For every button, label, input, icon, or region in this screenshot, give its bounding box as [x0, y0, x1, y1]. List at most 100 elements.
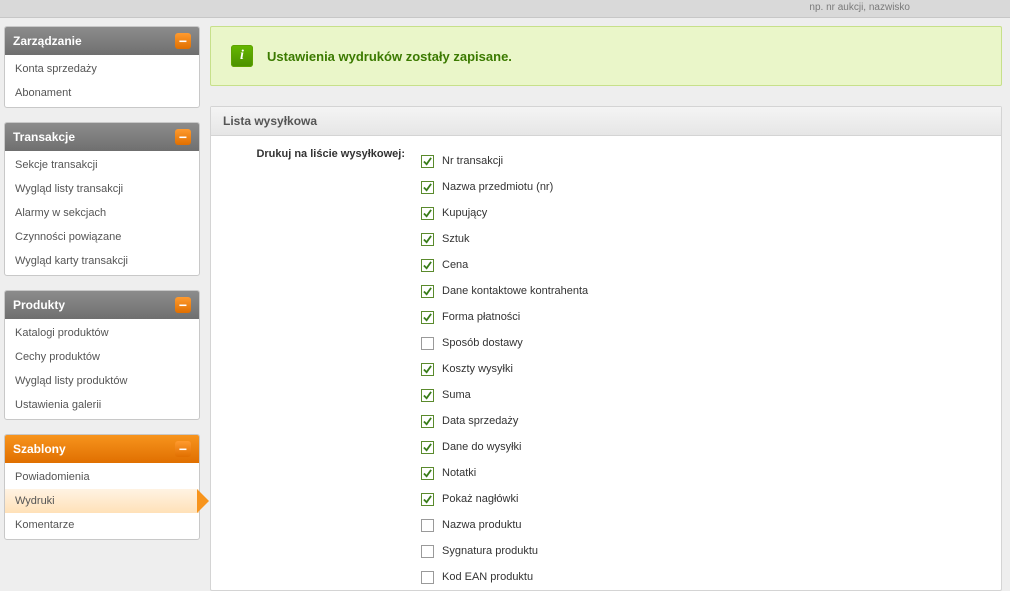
sidebar-group-title: Szablony: [13, 442, 66, 456]
sidebar-item[interactable]: Powiadomienia: [5, 465, 199, 489]
sidebar-item-label: Sekcje transakcji: [15, 159, 98, 171]
success-notice: i Ustawienia wydruków zostały zapisane.: [210, 26, 1002, 86]
option-row: Suma: [421, 382, 989, 408]
option-row: Nr transakcji: [421, 148, 989, 174]
sidebar-item-label: Konta sprzedaży: [15, 63, 97, 75]
checkbox[interactable]: [421, 545, 434, 558]
search-hint: np. nr aukcji, nazwisko: [809, 2, 910, 13]
sidebar-item[interactable]: Wydruki: [5, 489, 199, 513]
sidebar-item-label: Komentarze: [15, 519, 74, 531]
sidebar-group: Produkty− Katalogi produktów Cechy produkt…: [4, 290, 200, 420]
option-label[interactable]: Cena: [442, 259, 468, 271]
checkbox[interactable]: [421, 207, 434, 220]
sidebar-group: Szablony − Powiadomienia Wydruki Komentarze: [4, 434, 200, 540]
checkbox[interactable]: [421, 155, 434, 168]
checkbox[interactable]: [421, 337, 434, 350]
sidebar-item-label: Powiadomienia: [15, 471, 90, 483]
panel-wysylkowa: Lista wysyłkowa Drukuj na liście wysyłko…: [210, 106, 1002, 591]
main-area: i Ustawienia wydruków zostały zapisane. …: [210, 26, 1002, 591]
checkbox[interactable]: [421, 467, 434, 480]
sidebar-item-label: Abonament: [15, 87, 71, 99]
checkbox[interactable]: [421, 441, 434, 454]
option-row: Sposób dostawy: [421, 330, 989, 356]
sidebar-group-header[interactable]: Transakcje −: [5, 123, 199, 151]
option-label[interactable]: Dane do wysyłki: [442, 441, 521, 453]
option-label[interactable]: Kod EAN produktu: [442, 571, 533, 583]
collapse-icon[interactable]: −: [175, 129, 191, 145]
option-label[interactable]: Sztuk: [442, 233, 470, 245]
option-row: Kod EAN produktu: [421, 564, 989, 590]
option-row: Pokaż nagłówki: [421, 486, 989, 512]
sidebar-item[interactable]: Wygląd listy transakcji: [5, 177, 199, 201]
options-column: Nr transakcji Nazwa przedmiotu (nr) Kupują…: [421, 148, 989, 590]
collapse-icon[interactable]: −: [175, 297, 191, 313]
checkbox[interactable]: [421, 181, 434, 194]
option-label[interactable]: Nazwa produktu: [442, 519, 522, 531]
sidebar-item-label: Wygląd karty transakcji: [15, 255, 128, 267]
option-row: Notatki: [421, 460, 989, 486]
option-label[interactable]: Pokaż nagłówki: [442, 493, 518, 505]
checkbox[interactable]: [421, 285, 434, 298]
sidebar-item[interactable]: Katalogi produktów: [5, 321, 199, 345]
checkbox[interactable]: [421, 389, 434, 402]
sidebar-item-label: Wydruki: [15, 495, 55, 507]
sidebar-item[interactable]: Cechy produktów: [5, 345, 199, 369]
sidebar-group-title: Transakcje: [13, 130, 75, 144]
sidebar-item-label: Cechy produktów: [15, 351, 100, 363]
sidebar-group: Zarządzanie − Konta sprzedaży Abonament: [4, 26, 200, 108]
collapse-icon[interactable]: −: [175, 441, 191, 457]
sidebar-item[interactable]: Ustawienia galerii: [5, 393, 199, 417]
sidebar-item[interactable]: Wygląd karty transakcji: [5, 249, 199, 273]
option-label[interactable]: Data sprzedaży: [442, 415, 518, 427]
checkbox[interactable]: [421, 363, 434, 376]
option-label[interactable]: Sposób dostawy: [442, 337, 523, 349]
checkbox[interactable]: [421, 233, 434, 246]
sidebar-item[interactable]: Sekcje transakcji: [5, 153, 199, 177]
sidebar-item[interactable]: Alarmy w sekcjach: [5, 201, 199, 225]
sidebar-group: Transakcje − Sekcje transakcji Wygląd listy…: [4, 122, 200, 276]
option-row: Sztuk: [421, 226, 989, 252]
option-label[interactable]: Dane kontaktowe kontrahenta: [442, 285, 588, 297]
sidebar-item-label: Ustawienia galerii: [15, 399, 101, 411]
option-row: Nazwa produktu: [421, 512, 989, 538]
option-label[interactable]: Koszty wysyłki: [442, 363, 513, 375]
option-label[interactable]: Kupujący: [442, 207, 487, 219]
checkbox[interactable]: [421, 311, 434, 324]
sidebar-group-header[interactable]: Szablony −: [5, 435, 199, 463]
option-label[interactable]: Forma płatności: [442, 311, 520, 323]
sidebar-item-label: Alarmy w sekcjach: [15, 207, 106, 219]
sidebar-group-header[interactable]: Produkty−: [5, 291, 199, 319]
option-row: Dane kontaktowe kontrahenta: [421, 278, 989, 304]
sidebar-item[interactable]: Abonament: [5, 81, 199, 105]
sidebar-group-header[interactable]: Zarządzanie −: [5, 27, 199, 55]
sidebar-item-label: Czynności powiązane: [15, 231, 121, 243]
collapse-icon[interactable]: −: [175, 33, 191, 49]
option-label[interactable]: Nazwa przedmiotu (nr): [442, 181, 553, 193]
option-label[interactable]: Sygnatura produktu: [442, 545, 538, 557]
option-label[interactable]: Nr transakcji: [442, 155, 503, 167]
top-bar: np. nr aukcji, nazwisko: [0, 0, 1010, 18]
form-label: Drukuj na liście wysyłkowej:: [211, 148, 421, 590]
option-row: Nazwa przedmiotu (nr): [421, 174, 989, 200]
checkbox[interactable]: [421, 493, 434, 506]
option-label[interactable]: Notatki: [442, 467, 476, 479]
sidebar-item-label: Katalogi produktów: [15, 327, 109, 339]
option-row: Data sprzedaży: [421, 408, 989, 434]
sidebar: Zarządzanie − Konta sprzedaży Abonament Tran…: [4, 26, 200, 591]
sidebar-item-label: Wygląd listy transakcji: [15, 183, 123, 195]
option-label[interactable]: Suma: [442, 389, 471, 401]
sidebar-item-label: Wygląd listy produktów: [15, 375, 127, 387]
sidebar-item[interactable]: Wygląd listy produktów: [5, 369, 199, 393]
sidebar-item[interactable]: Komentarze: [5, 513, 199, 537]
sidebar-group-title: Zarządzanie: [13, 34, 82, 48]
option-row: Dane do wysyłki: [421, 434, 989, 460]
option-row: Koszty wysyłki: [421, 356, 989, 382]
checkbox[interactable]: [421, 259, 434, 272]
sidebar-item[interactable]: Czynności powiązane: [5, 225, 199, 249]
checkbox[interactable]: [421, 571, 434, 584]
checkbox[interactable]: [421, 519, 434, 532]
info-icon: i: [231, 45, 253, 67]
notice-text: Ustawienia wydruków zostały zapisane.: [267, 49, 512, 64]
sidebar-item[interactable]: Konta sprzedaży: [5, 57, 199, 81]
checkbox[interactable]: [421, 415, 434, 428]
